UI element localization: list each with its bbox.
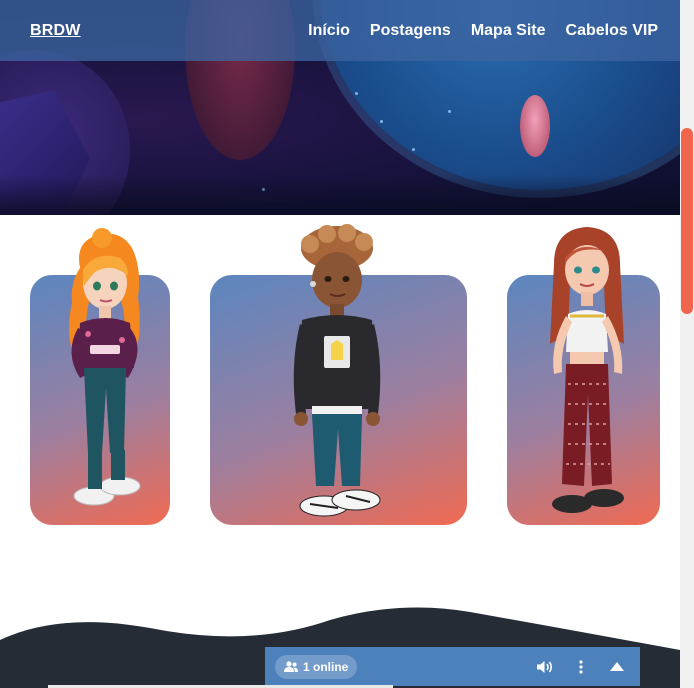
nav-link-cabelos-vip[interactable]: Cabelos VIP [566, 22, 658, 40]
hero-star [355, 92, 358, 95]
hero-star [412, 148, 415, 151]
nav-link-postagens[interactable]: Postagens [370, 22, 451, 40]
hero-star [380, 120, 383, 123]
volume-icon [536, 660, 552, 673]
online-bar: 1 online [265, 647, 640, 686]
nav-link-inicio[interactable]: Início [308, 22, 350, 40]
users-icon [284, 660, 298, 672]
page-scrollbar-thumb[interactable] [681, 128, 693, 314]
avatar-orange-hair-girl [69, 228, 141, 506]
chevron-up-icon [610, 662, 624, 671]
online-count-button[interactable]: 1 online [275, 654, 358, 679]
brand-logo[interactable]: BRDW [30, 22, 81, 40]
hero-star [448, 110, 451, 113]
more-options-button[interactable] [572, 658, 590, 676]
page: BRDW Início Postagens Mapa Site Cabelos … [0, 0, 694, 688]
avatar-curly-hair-boy [293, 224, 381, 517]
avatar-red-hair-girl [550, 227, 624, 513]
more-vertical-icon [579, 659, 583, 674]
hero-shade [0, 175, 680, 215]
collapse-button[interactable] [608, 658, 626, 676]
volume-button[interactable] [536, 658, 554, 676]
nav-link-mapa-site[interactable]: Mapa Site [471, 22, 546, 40]
online-count-label: 1 online [303, 659, 349, 674]
hero-moon [520, 95, 550, 157]
page-scrollbar-track[interactable] [680, 0, 694, 688]
online-bar-controls [536, 658, 630, 676]
navbar: BRDW Início Postagens Mapa Site Cabelos … [0, 0, 680, 61]
main-nav: Início Postagens Mapa Site Cabelos VIP [308, 22, 658, 40]
